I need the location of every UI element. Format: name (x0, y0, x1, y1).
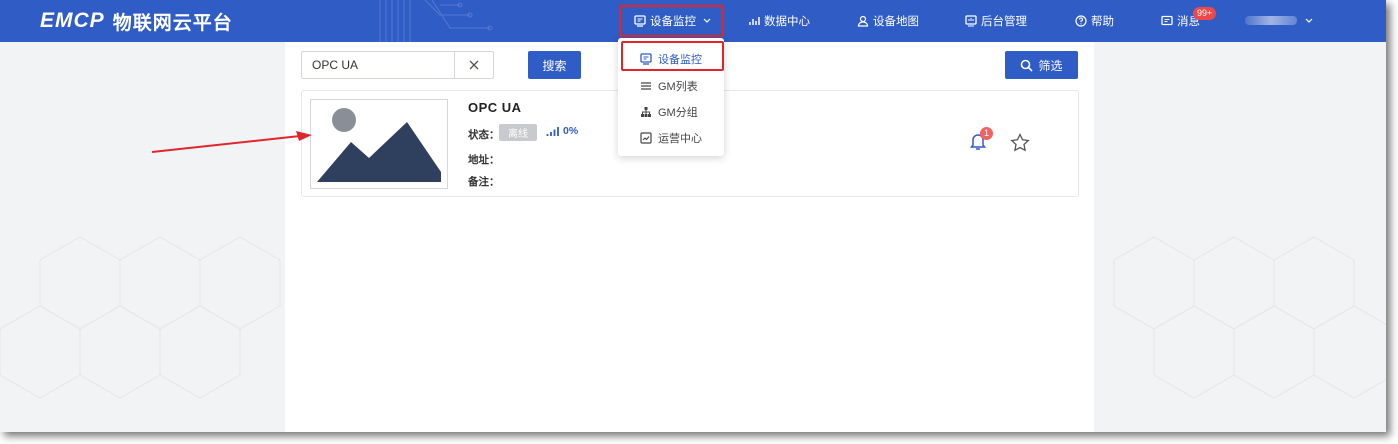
chart-icon (749, 17, 760, 25)
dropdown-item-operation-center[interactable]: 运营中心 (618, 125, 724, 151)
group-icon (641, 107, 651, 117)
highlight-box-dropdown (621, 41, 724, 71)
filter-button[interactable]: 筛选 (1005, 51, 1078, 79)
annotation-arrow (151, 131, 312, 153)
hex-pattern-left (0, 236, 281, 399)
status-badge: 离线 (499, 124, 537, 141)
search-icon (1021, 59, 1034, 72)
star-icon[interactable] (1010, 133, 1030, 152)
close-icon (469, 60, 479, 70)
dropdown-item-label: GM列表 (658, 81, 698, 93)
alarm-count-badge: 1 (980, 127, 993, 140)
list-icon (641, 82, 651, 90)
clear-search-button[interactable] (454, 51, 494, 79)
dropdown-item-label: 运营中心 (658, 133, 702, 145)
search-input[interactable]: OPC UA (301, 51, 479, 79)
logo[interactable]: EMCP 物联网云平台 (40, 9, 233, 34)
operation-chart-icon (640, 132, 652, 144)
address-label: 地址： (468, 154, 500, 166)
nav-item-label: 后台管理 (981, 16, 1027, 28)
nav-item-label: 帮助 (1091, 16, 1114, 28)
circuit-decoration (379, 0, 493, 42)
signal-value: 0% (563, 125, 579, 137)
signal-icon (546, 126, 559, 136)
user-name-blurred[interactable] (1245, 16, 1297, 25)
signal-strength: 0% (546, 125, 578, 137)
nav-item-device-map[interactable]: 设备地图 (857, 0, 919, 42)
device-image-placeholder (310, 99, 448, 189)
nav-item-help[interactable]: 帮助 (1075, 0, 1114, 42)
note-label: 备注： (468, 176, 500, 188)
highlight-box-nav (619, 5, 724, 37)
user-pin-icon (857, 15, 869, 27)
app-window: EMCP 物联网云平台 设备监控 数据中心 设备地图 后台管理 帮助 消息 99… (0, 0, 1386, 432)
status-label: 状态： (468, 129, 500, 141)
dropdown-item-gm-list[interactable]: GM列表 (618, 73, 724, 99)
nav-item-label: 数据中心 (764, 16, 810, 28)
help-icon (1075, 15, 1087, 27)
nav-item-admin[interactable]: 后台管理 (965, 0, 1027, 42)
user-menu-chevron-icon[interactable] (1302, 16, 1316, 26)
message-count-badge: 99+ (1193, 7, 1217, 20)
dropdown-item-gm-group[interactable]: GM分组 (618, 99, 724, 125)
filter-button-label: 筛选 (1038, 58, 1063, 73)
search-button[interactable]: 搜索 (528, 51, 581, 79)
nav-item-messages[interactable]: 消息 (1161, 0, 1200, 42)
message-icon (1161, 15, 1173, 26)
brand-subtitle: 物联网云平台 (112, 12, 233, 34)
nav-item-label: 设备地图 (873, 16, 919, 28)
hex-pattern-right (1113, 236, 1386, 399)
brand-name: EMCP (40, 9, 105, 32)
admin-icon (965, 15, 977, 27)
device-name[interactable]: OPC UA (468, 100, 522, 115)
nav-item-data-center[interactable]: 数据中心 (748, 0, 810, 42)
image-placeholder-icon (317, 108, 441, 182)
dropdown-item-label: GM分组 (658, 107, 698, 119)
